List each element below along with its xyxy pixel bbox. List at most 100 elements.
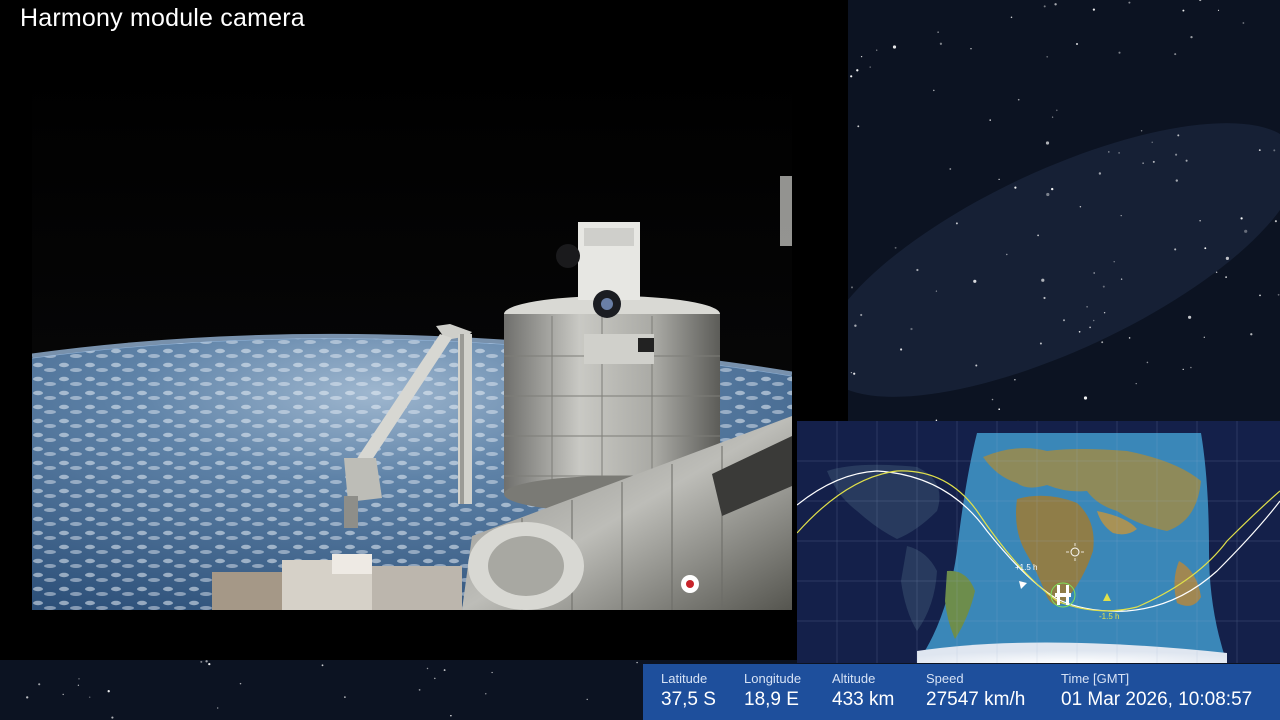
telemetry-bar: Latitude 37,5 S Longitude 18,9 E Altitud… [643,664,1280,720]
star [1092,319,1095,322]
star [1118,152,1120,154]
star [1051,187,1054,191]
star [1108,151,1110,153]
star [1128,1,1131,4]
star [916,268,919,272]
star [200,660,203,663]
star [1135,382,1137,385]
star [1039,342,1042,345]
star [1102,285,1105,288]
star [853,372,856,375]
star [1185,159,1188,162]
star [1120,214,1122,217]
star [1182,368,1184,371]
star [1151,141,1153,143]
past-time-label: -1.5 h [1099,612,1119,621]
time-label: Time [GMT] [1061,671,1130,686]
star [1240,217,1243,220]
star [1086,306,1088,308]
star [1242,22,1245,24]
longitude-readout: Longitude 18,9 E [744,671,801,711]
star [344,696,346,698]
star [970,48,972,50]
star [900,348,903,351]
star [850,75,853,78]
star [1103,312,1106,314]
star [1056,109,1058,112]
star [1113,260,1115,263]
star [1075,42,1079,46]
star [443,669,446,672]
star [1215,271,1218,273]
star [973,279,977,283]
star [854,324,857,327]
star [1014,379,1016,381]
iss-tracker-map[interactable]: +1.5 h -1.5 h [797,421,1280,663]
star [491,671,493,674]
star [1250,333,1253,336]
star [1175,179,1178,182]
star [939,42,943,45]
star [892,45,897,49]
live-camera-feed[interactable] [32,66,792,610]
star [418,689,421,691]
star [850,371,853,374]
star [107,690,110,693]
longitude-value: 18,9 E [744,689,799,710]
star [1128,337,1131,339]
star [111,716,114,719]
latitude-label: Latitude [661,671,708,686]
star [1274,220,1277,223]
star [1188,315,1192,319]
star [991,398,994,401]
latitude-readout: Latitude 37,5 S [661,671,716,711]
star [434,677,436,680]
star [949,168,952,170]
star [1258,149,1261,152]
star [1062,319,1066,322]
star [869,66,871,68]
star [88,696,91,698]
star [857,125,860,128]
star [1043,5,1046,8]
star [876,49,878,51]
star [450,715,452,717]
star [998,178,1000,181]
star [208,662,211,666]
star [205,660,208,663]
star [1120,278,1123,280]
star [1118,51,1121,54]
star [989,119,991,121]
star [1054,3,1057,6]
star [1190,366,1192,369]
speed-label: Speed [926,671,964,686]
star [1259,294,1261,297]
star [1010,16,1013,19]
star [1182,9,1185,12]
star [1037,234,1039,237]
star [1277,293,1280,296]
star [1203,336,1205,338]
star [1043,296,1046,300]
star [62,693,64,696]
star [321,664,324,667]
star [1204,247,1207,250]
star [1177,134,1180,137]
star [860,55,863,58]
star [1078,330,1081,333]
star [1152,160,1155,163]
speed-value: 27547 km/h [926,689,1026,710]
star [26,696,29,699]
star [1174,53,1177,56]
star [998,408,1001,411]
star [1199,220,1201,222]
latitude-value: 37,5 S [661,689,716,710]
star [1142,162,1144,164]
star [217,707,219,709]
star [1089,326,1091,329]
star [856,69,859,72]
star [1046,192,1050,197]
star [1006,253,1008,256]
star [426,667,429,670]
star [1046,55,1049,58]
